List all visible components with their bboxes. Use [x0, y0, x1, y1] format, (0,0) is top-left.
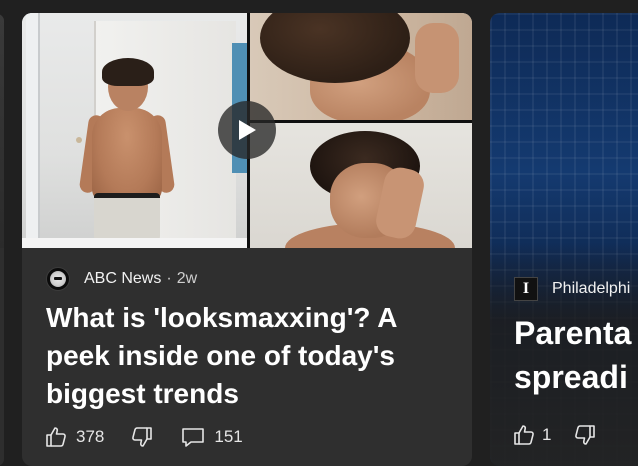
abc-news-logo-icon: [46, 267, 70, 291]
source-row[interactable]: ABC News · 2w: [46, 267, 197, 291]
next-headline[interactable]: Parenta spreadi: [514, 311, 638, 399]
thumbs-down-icon[interactable]: [573, 423, 597, 447]
next-headline-line-1: Parenta: [514, 315, 632, 351]
action-bar: 378 151: [44, 423, 269, 451]
mirror-frame-shape: [26, 13, 40, 248]
thumbs-down-icon: [132, 427, 153, 447]
next-headline-line-2: spreadi: [514, 359, 628, 395]
dislike-button[interactable]: [130, 425, 154, 449]
next-action-bar: 1: [512, 423, 597, 447]
next-source-name[interactable]: Philadelphi: [552, 280, 630, 298]
thumbs-up-icon: [46, 427, 66, 447]
person-hair: [102, 58, 154, 86]
like-count: 378: [76, 427, 105, 446]
published-age: 2w: [176, 270, 198, 287]
next-news-card[interactable]: I Philadelphi Parenta spreadi 1: [490, 13, 638, 466]
source-name[interactable]: ABC News: [84, 270, 161, 288]
thumbnail-panel-bottom-right: [250, 123, 472, 248]
play-button[interactable]: [218, 101, 276, 159]
play-icon: [239, 120, 256, 140]
philadelphia-inquirer-logo-icon: I: [514, 277, 538, 301]
next-source-row[interactable]: I Philadelphi: [514, 277, 630, 301]
thumbnail-panel-left: [22, 13, 247, 248]
comment-button[interactable]: 151: [180, 425, 243, 449]
news-feed: ABC News · 2w What is 'looksmaxxing'? A …: [0, 0, 638, 466]
headline[interactable]: What is 'looksmaxxing'? A peek inside on…: [46, 299, 436, 413]
previous-card-edge[interactable]: [0, 14, 4, 466]
mirror-edge-shape: [22, 238, 247, 248]
previous-card-image: [0, 14, 4, 248]
door-knob-shape: [76, 137, 82, 143]
source-separator: ·: [166, 270, 172, 287]
next-like-count: 1: [542, 425, 552, 444]
logo-inner-shape: [50, 271, 66, 287]
hand-shape: [415, 23, 459, 93]
comment-icon: [182, 428, 205, 447]
video-thumbnail[interactable]: [22, 13, 472, 248]
person-torso: [92, 108, 162, 203]
news-card[interactable]: ABC News · 2w What is 'looksmaxxing'? A …: [22, 13, 472, 466]
thumbnail-panel-top-right: [250, 13, 472, 120]
comment-count: 151: [214, 427, 243, 446]
thumbs-up-icon[interactable]: [512, 423, 536, 447]
like-button[interactable]: 378: [44, 425, 104, 449]
